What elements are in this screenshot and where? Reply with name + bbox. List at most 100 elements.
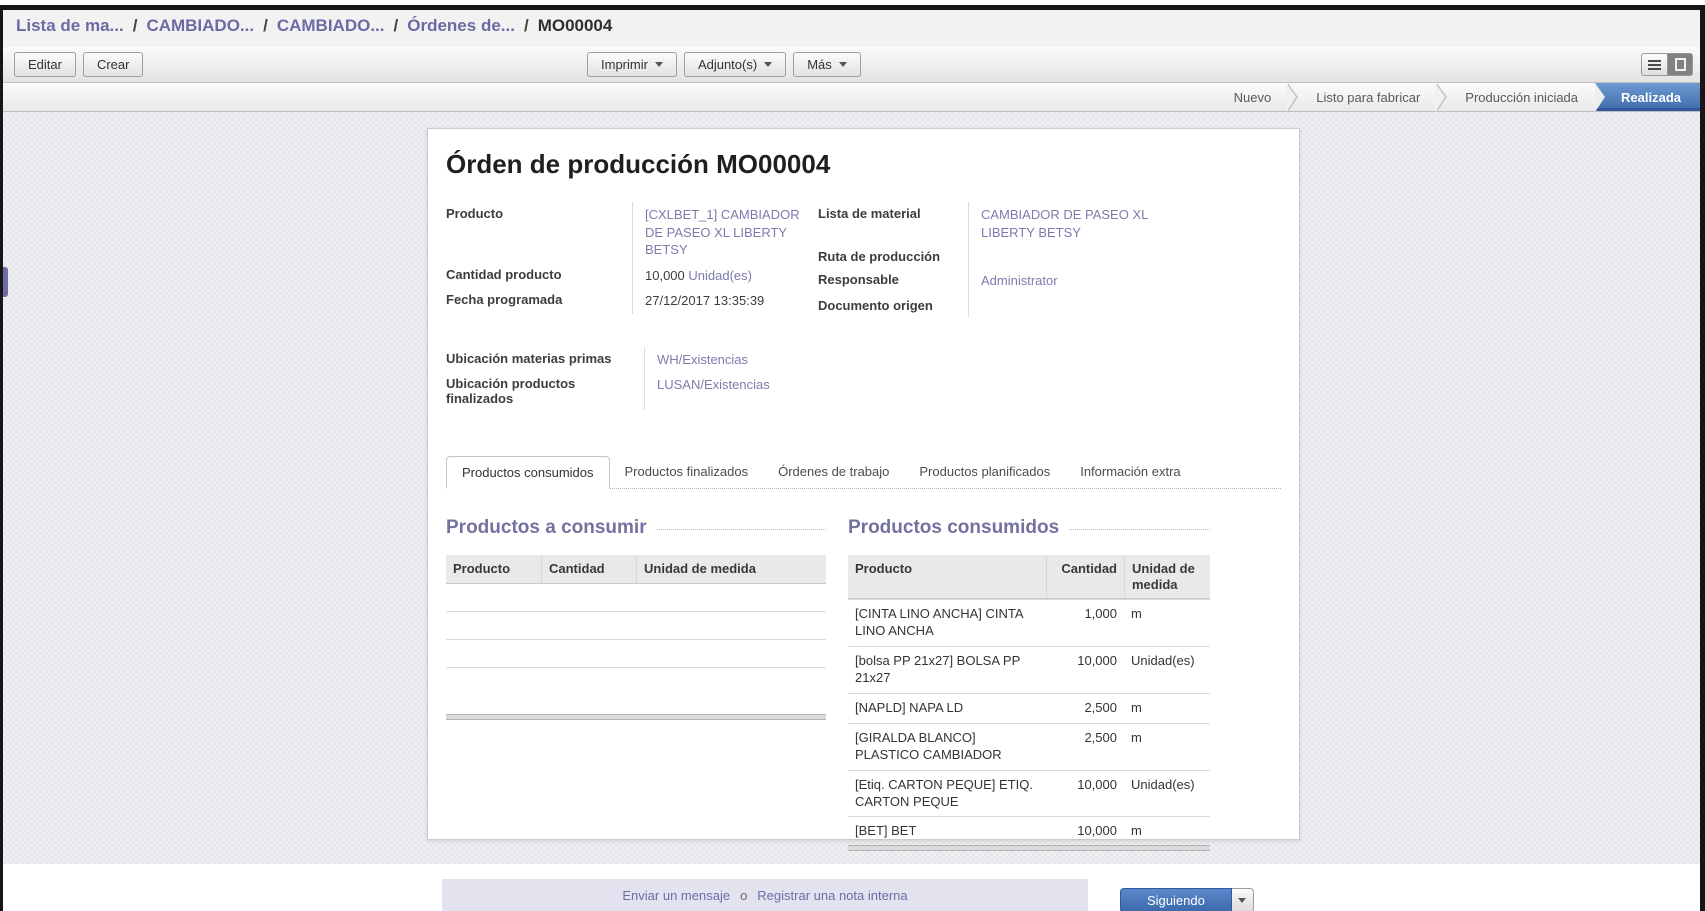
col-header-cantidad: Cantidad [541,555,636,583]
responsable-link[interactable]: Administrator [981,273,1058,288]
cell-uom: m [1124,600,1210,646]
col-header-unidad-de-medida: Unidad de medida [1124,555,1210,598]
to-consume-empty-row [446,584,826,612]
print-button-label: Imprimir [601,57,648,72]
breadcrumb-item-lista-de-materiales[interactable]: Lista de ma... [16,16,124,36]
breadcrumb-item-cambiador-1[interactable]: CAMBIADO... [146,16,254,36]
table-row[interactable]: [BET] BET 10,000 m [848,816,1210,846]
follow-control: Siguiendo [1120,888,1254,911]
field-value-ruta-de-produccion [968,245,1186,268]
edit-button[interactable]: Editar [14,52,76,77]
view-switcher [1641,53,1693,76]
field-label-ubicacion-productos-finalizados: Ubicación productos finalizados [446,372,644,410]
cell-uom: m [1124,817,1210,846]
field-value-fecha-programada: 27/12/2017 13:35:39 [632,288,804,314]
window-frame-top [0,5,1705,10]
chevron-down-icon [764,62,772,67]
form-view-button[interactable] [1667,53,1693,76]
more-button[interactable]: Más [793,52,861,77]
cell-uom: m [1124,694,1210,723]
cell-product: [GIRALDA BLANCO] PLASTICO CAMBIADOR [848,724,1046,770]
window-frame-left [0,5,3,911]
notebook-tabs: Productos consumidos Productos finalizad… [446,456,1281,489]
table-row[interactable]: [NAPLD] NAPA LD 2,500 m [848,693,1210,723]
tab-productos-finalizados[interactable]: Productos finalizados [610,456,764,488]
table-row[interactable]: [bolsa PP 21x27] BOLSA PP 21x27 10,000 U… [848,646,1210,693]
breadcrumb-separator: / [524,16,529,36]
status-step-separator [1288,83,1299,111]
to-consume-table-footer [446,714,826,720]
field-label-producto: Producto [446,202,632,263]
cell-product: [BET] BET [848,817,1046,846]
breadcrumb-separator: / [263,16,268,36]
cell-qty: 10,000 [1046,771,1124,817]
tab-content: Productos a consumir Producto Cantidad U… [446,517,1281,851]
send-message-link[interactable]: Enviar un mensaje [622,888,730,903]
breadcrumb-separator: / [133,16,138,36]
col-header-cantidad: Cantidad [1046,555,1124,598]
field-group-locations: Ubicación materias primas WH/Existencias… [446,347,826,411]
attachments-button-label: Adjunto(s) [698,57,757,72]
field-label-ubicacion-materias-primas: Ubicación materias primas [446,347,644,373]
field-label-lista-de-material: Lista de material [818,202,968,245]
to-consume-empty-row [446,640,826,668]
breadcrumb: Lista de ma... / CAMBIADO... / CAMBIADO.… [0,5,1705,47]
breadcrumb-current-mo00004: MO00004 [538,16,613,36]
cell-product: [CINTA LINO ANCHA] CINTA LINO ANCHA [848,600,1046,646]
list-view-button[interactable] [1641,53,1667,76]
status-step-nuevo[interactable]: Nuevo [1217,83,1289,111]
ubicacion-mp-link[interactable]: WH/Existencias [657,352,748,367]
table-row[interactable]: [Etiq. CARTON PEQUE] ETIQ. CARTON PEQUE … [848,770,1210,817]
status-step-separator [1437,83,1448,111]
tab-informacion-extra[interactable]: Información extra [1065,456,1195,488]
col-header-producto: Producto [848,555,1046,598]
status-step-listo-para-fabricar[interactable]: Listo para fabricar [1299,83,1437,111]
to-consume-empty-row [446,612,826,640]
print-button[interactable]: Imprimir [587,52,677,77]
chevron-down-icon [1238,898,1246,903]
create-button[interactable]: Crear [83,52,144,77]
cell-uom: m [1124,724,1210,770]
breadcrumb-item-ordenes[interactable]: Órdenes de... [407,16,515,36]
cell-qty: 1,000 [1046,600,1124,646]
producto-link[interactable]: [CXLBET_1] CAMBIADOR DE PASEO XL LIBERTY… [645,207,800,257]
consumed-table-header: Producto Cantidad Unidad de medida [848,555,1210,599]
field-label-fecha-programada: Fecha programada [446,288,632,314]
list-view-icon [1648,58,1661,72]
field-value-ubicacion-materias-primas: WH/Existencias [644,347,826,373]
field-label-cantidad-producto: Cantidad producto [446,263,632,289]
tab-ordenes-de-trabajo[interactable]: Órdenes de trabajo [763,456,904,488]
chevron-down-icon [655,62,663,67]
breadcrumb-separator: / [394,16,399,36]
field-label-documento-origen: Documento origen [818,294,968,317]
breadcrumb-item-cambiador-2[interactable]: CAMBIADO... [277,16,385,36]
log-internal-note-link[interactable]: Registrar una nota interna [757,888,907,903]
lista-material-link[interactable]: CAMBIADOR DE PASEO XL LIBERTY BETSY [981,207,1148,240]
table-row[interactable]: [CINTA LINO ANCHA] CINTA LINO ANCHA 1,00… [848,599,1210,646]
page-title: Órden de producción MO00004 [446,149,1281,180]
status-step-produccion-iniciada[interactable]: Producción iniciada [1448,83,1595,111]
cell-product: [Etiq. CARTON PEQUE] ETIQ. CARTON PEQUE [848,771,1046,817]
form-view-icon [1675,58,1686,71]
following-dropdown-toggle[interactable] [1232,888,1254,911]
tab-productos-planificados[interactable]: Productos planificados [904,456,1065,488]
panel-productos-a-consumir: Productos a consumir Producto Cantidad U… [446,517,826,851]
status-step-realizada-active[interactable]: Realizada [1595,83,1705,111]
uom-link[interactable]: Unidad(es) [688,268,752,283]
production-order-sheet: Órden de producción MO00004 Producto [CX… [427,128,1300,840]
toolbar: Editar Crear Imprimir Adjunto(s) Más [0,47,1705,83]
cell-qty: 2,500 [1046,694,1124,723]
cell-uom: Unidad(es) [1124,647,1210,693]
field-value-documento-origen [968,294,1186,317]
or-text: o [740,888,747,903]
statusbar: Nuevo Listo para fabricar Producción ini… [0,83,1705,112]
chatter-area: Enviar un mensaje o Registrar una nota i… [0,864,1705,911]
cell-qty: 2,500 [1046,724,1124,770]
ubicacion-pf-link[interactable]: LUSAN/Existencias [657,377,770,392]
tab-productos-consumidos[interactable]: Productos consumidos [446,456,610,489]
col-header-producto: Producto [446,555,541,583]
attachments-button[interactable]: Adjunto(s) [684,52,786,77]
table-row[interactable]: [GIRALDA BLANCO] PLASTICO CAMBIADOR 2,50… [848,723,1210,770]
following-button[interactable]: Siguiendo [1120,888,1232,911]
field-value-lista-de-material: CAMBIADOR DE PASEO XL LIBERTY BETSY [968,202,1186,245]
